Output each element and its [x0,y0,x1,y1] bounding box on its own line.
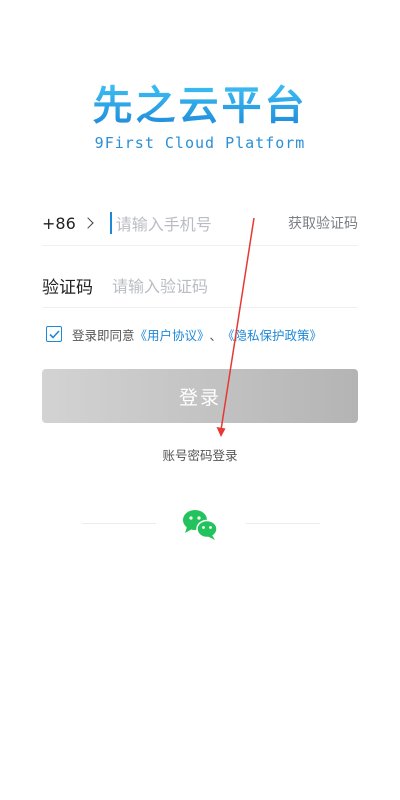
country-code-selector[interactable]: +86 [42,213,94,233]
agreement-separator: 、 [209,327,223,343]
checkmark-icon [48,329,60,339]
phone-row: +86 请输入手机号 获取验证码 [42,201,358,246]
logo-title: 先之云平台 [92,83,308,129]
agreement-checkbox[interactable] [46,326,62,342]
app-logo: 先之云平台 9First Cloud Platform [0,82,400,152]
agreement-row: 登录即同意 《用户协议》 、 《隐私保护政策》 [46,322,366,346]
divider-left [82,523,156,524]
user-agreement-link[interactable]: 《用户协议》 [135,325,210,344]
country-code: +86 [42,213,76,233]
code-input[interactable]: 请输入验证码 [112,273,208,297]
privacy-policy-link[interactable]: 《隐私保护政策》 [222,325,322,344]
chevron-right-icon [82,217,94,229]
code-row: 验证码 请输入验证码 [42,263,358,308]
phone-input[interactable]: 请输入手机号 [116,211,212,235]
wechat-icon [183,510,218,540]
wechat-login-button[interactable] [181,507,219,541]
logo-subtitle: 9First Cloud Platform [94,134,306,152]
login-button[interactable]: 登录 [42,369,358,423]
code-label: 验证码 [42,277,93,298]
agreement-prefix: 登录即同意 [72,327,135,343]
password-login-link[interactable]: 账号密码登录 [0,445,400,464]
divider-right [246,523,320,524]
text-caret [109,212,112,234]
get-code-button[interactable]: 获取验证码 [288,213,358,233]
